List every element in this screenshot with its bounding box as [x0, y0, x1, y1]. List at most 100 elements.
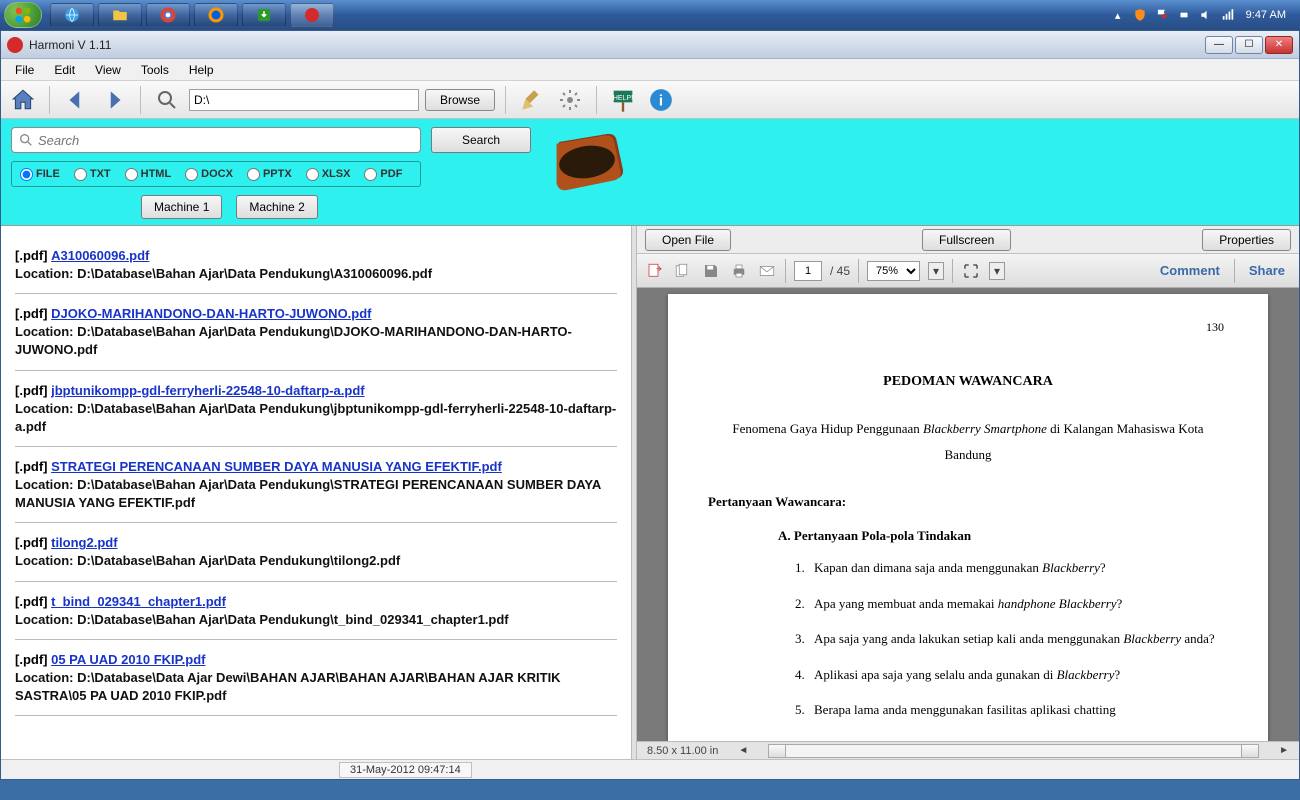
- result-item: [.pdf] jbptunikompp-gdl-ferryherli-22548…: [15, 383, 617, 447]
- result-location: Location: D:\Database\Bahan Ajar\Data Pe…: [15, 265, 617, 283]
- forward-button[interactable]: [98, 84, 130, 116]
- pdf-mail-icon[interactable]: [757, 261, 777, 281]
- system-tray: ▴ 9:47 AM: [1104, 7, 1296, 23]
- pdf-question-list: Kapan dan dimana saja anda menggunakan B…: [808, 558, 1228, 720]
- result-location: Location: D:\Database\Bahan Ajar\Data Pe…: [15, 611, 617, 629]
- result-location: Location: D:\Database\Bahan Ajar\Data Pe…: [15, 476, 617, 512]
- result-item: [.pdf] t_bind_029341_chapter1.pdf Locatio…: [15, 594, 617, 640]
- tray-chevron-icon[interactable]: ▴: [1110, 7, 1126, 23]
- pdf-fit-icon[interactable]: [961, 261, 981, 281]
- close-button[interactable]: ✕: [1265, 36, 1293, 54]
- radio-pdf[interactable]: PDF: [364, 168, 402, 181]
- result-item: [.pdf] A310060096.pdfLocation: D:\Databa…: [15, 248, 617, 294]
- back-button[interactable]: [60, 84, 92, 116]
- result-ext: [.pdf]: [15, 306, 47, 321]
- gear-icon[interactable]: [554, 84, 586, 116]
- titlebar: Harmoni V 1.11 — ☐ ✕: [1, 31, 1299, 59]
- page-input[interactable]: [794, 261, 822, 281]
- radio-xlsx[interactable]: XLSX: [306, 168, 351, 181]
- result-ext: [.pdf]: [15, 652, 47, 667]
- machine1-button[interactable]: Machine 1: [141, 195, 222, 219]
- result-link[interactable]: tilong2.pdf: [51, 535, 117, 550]
- pdf-pages-icon[interactable]: [673, 261, 693, 281]
- search-icon: [18, 132, 34, 148]
- search-panel: Search FILE TXT HTML DOCX PPTX XLSX PDF …: [1, 119, 1299, 226]
- pdf-page-number: 130: [1206, 320, 1224, 335]
- tray-network-icon[interactable]: [1220, 7, 1236, 23]
- fullscreen-button[interactable]: Fullscreen: [922, 229, 1011, 251]
- minimize-button[interactable]: —: [1205, 36, 1233, 54]
- page-total: / 45: [830, 264, 850, 278]
- taskbar-idm[interactable]: [242, 3, 286, 27]
- result-item: [.pdf] tilong2.pdfLocation: D:\Database\…: [15, 535, 617, 581]
- pdf-export-icon[interactable]: [645, 261, 665, 281]
- tray-shield-icon[interactable]: [1132, 7, 1148, 23]
- body-split: [.pdf] A310060096.pdf Location: D:\Databa…: [1, 226, 1299, 759]
- clock[interactable]: 9:47 AM: [1242, 9, 1290, 21]
- start-button[interactable]: [4, 2, 42, 28]
- result-link[interactable]: DJOKO-MARIHANDONO-DAN-HARTO-JUWONO.pdf: [51, 306, 371, 321]
- taskbar-app[interactable]: [290, 3, 334, 27]
- result-location: Location: D:\Database\Data Ajar Dewi\BAH…: [15, 669, 617, 705]
- tray-power-icon[interactable]: [1176, 7, 1192, 23]
- result-item: [.pdf] STRATEGI PERENCANAAN SUMBER DAYA …: [15, 459, 617, 523]
- search-input[interactable]: [38, 133, 414, 148]
- window-title: Harmoni V 1.11: [29, 38, 111, 52]
- taskbar-ie[interactable]: [50, 3, 94, 27]
- pdf-scroll-area[interactable]: 130 PEDOMAN WAWANCARA Fenomena Gaya Hidu…: [637, 288, 1299, 741]
- pdf-save-icon[interactable]: [701, 261, 721, 281]
- pdf-q2: Apa yang membuat anda memakai handphone …: [808, 594, 1228, 614]
- result-link[interactable]: 05 PA UAD 2010 FKIP.pdf: [51, 652, 205, 667]
- radio-file[interactable]: FILE: [20, 168, 60, 181]
- viewer-toolbar: Open File Fullscreen Properties: [637, 226, 1299, 254]
- pdf-hscroll[interactable]: [768, 744, 1259, 758]
- tray-volume-icon[interactable]: [1198, 7, 1214, 23]
- magnify-icon[interactable]: [151, 84, 183, 116]
- fit-dropdown-icon[interactable]: ▾: [989, 262, 1005, 280]
- broom-icon[interactable]: [516, 84, 548, 116]
- result-location: Location: D:\Database\Bahan Ajar\Data Pe…: [15, 323, 617, 359]
- home-button[interactable]: [7, 84, 39, 116]
- browse-button[interactable]: Browse: [425, 89, 495, 111]
- machine2-button[interactable]: Machine 2: [236, 195, 317, 219]
- pdf-print-icon[interactable]: [729, 261, 749, 281]
- pdf-page: 130 PEDOMAN WAWANCARA Fenomena Gaya Hidu…: [668, 294, 1268, 741]
- menu-tools[interactable]: Tools: [131, 60, 179, 80]
- zoom-dropdown-icon[interactable]: ▾: [928, 262, 944, 280]
- paper-size: 8.50 x 11.00 in: [647, 745, 718, 757]
- tray-flag-icon[interactable]: [1154, 7, 1170, 23]
- properties-button[interactable]: Properties: [1202, 229, 1291, 251]
- taskbar-explorer[interactable]: [98, 3, 142, 27]
- search-button[interactable]: Search: [431, 127, 531, 153]
- menu-help[interactable]: Help: [179, 60, 224, 80]
- help-sign-icon[interactable]: HELP!: [607, 84, 639, 116]
- menu-view[interactable]: View: [85, 60, 131, 80]
- preview-pane: Open File Fullscreen Properties / 45 75%…: [637, 226, 1299, 759]
- search-box: [11, 127, 421, 153]
- menu-edit[interactable]: Edit: [44, 60, 85, 80]
- path-input[interactable]: [189, 89, 419, 111]
- result-link[interactable]: A310060096.pdf: [51, 248, 149, 263]
- result-link[interactable]: STRATEGI PERENCANAAN SUMBER DAYA MANUSIA…: [51, 459, 502, 474]
- taskbar: ▴ 9:47 AM: [0, 0, 1300, 30]
- zoom-select[interactable]: 75%: [867, 261, 920, 281]
- result-ext: [.pdf]: [15, 594, 47, 609]
- radio-html[interactable]: HTML: [125, 168, 172, 181]
- menu-file[interactable]: File: [5, 60, 44, 80]
- radio-pptx[interactable]: PPTX: [247, 168, 292, 181]
- radio-docx[interactable]: DOCX: [185, 168, 233, 181]
- taskbar-chrome[interactable]: [146, 3, 190, 27]
- info-icon[interactable]: i: [645, 84, 677, 116]
- taskbar-firefox[interactable]: [194, 3, 238, 27]
- results-list[interactable]: [.pdf] A310060096.pdf Location: D:\Databa…: [1, 226, 631, 759]
- file-type-filter: FILE TXT HTML DOCX PPTX XLSX PDF: [11, 161, 421, 187]
- comment-link[interactable]: Comment: [1154, 263, 1226, 278]
- nav-toolbar: Browse HELP! i: [1, 81, 1299, 119]
- result-ext: [.pdf]: [15, 383, 47, 398]
- share-link[interactable]: Share: [1243, 263, 1291, 278]
- result-link[interactable]: t_bind_029341_chapter1.pdf: [51, 594, 226, 609]
- result-link[interactable]: jbptunikompp-gdl-ferryherli-22548-10-daf…: [51, 383, 364, 398]
- open-file-button[interactable]: Open File: [645, 229, 731, 251]
- radio-txt[interactable]: TXT: [74, 168, 111, 181]
- maximize-button[interactable]: ☐: [1235, 36, 1263, 54]
